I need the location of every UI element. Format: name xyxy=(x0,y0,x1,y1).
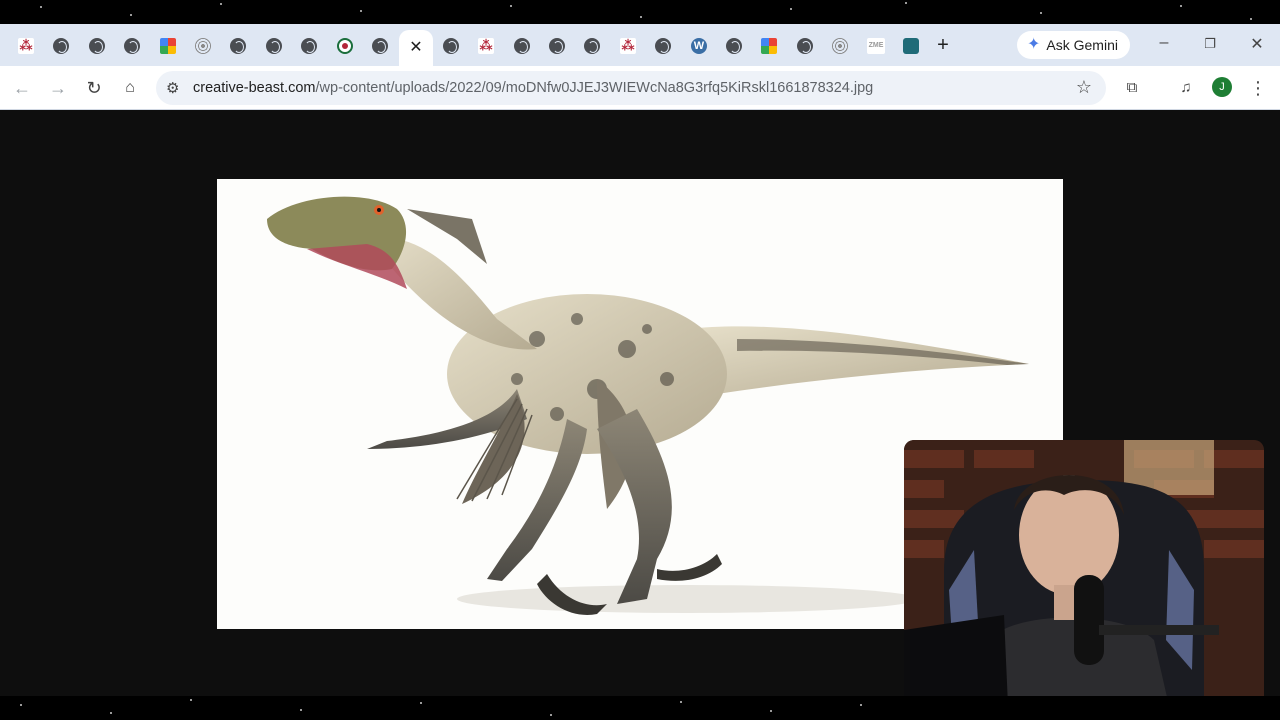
forward-icon[interactable]: → xyxy=(46,76,70,100)
browser-tab[interactable]: ZME xyxy=(860,32,892,60)
browser-tab[interactable] xyxy=(506,32,538,60)
rsc-icon: ⁂ xyxy=(478,38,494,54)
globe-icon xyxy=(443,38,459,54)
browser-tab[interactable] xyxy=(45,32,77,60)
browser-tab[interactable] xyxy=(789,32,821,60)
browser-tab[interactable] xyxy=(541,32,573,60)
browser-tab[interactable]: ⁂ xyxy=(10,32,42,60)
globe-icon xyxy=(797,38,813,54)
ask-gemini-label: Ask Gemini xyxy=(1046,37,1118,53)
google-photos-icon xyxy=(761,38,777,54)
globe-icon xyxy=(655,38,671,54)
wikimedia-icon xyxy=(337,38,353,54)
reload-icon[interactable]: ↻ xyxy=(82,76,106,100)
globe-icon xyxy=(726,38,742,54)
webcam-overlay xyxy=(904,440,1264,696)
browser-tab[interactable]: ⁂ xyxy=(612,32,644,60)
browser-window: ⁂ ✕ ⁂ ⁂ W ZME + ✦ Ask Gemini – ❐ ✕ ← → ↻ ⌂ ⚙ … xyxy=(0,24,1280,696)
home-icon[interactable]: ⌂ xyxy=(118,76,142,100)
globe-icon xyxy=(514,38,530,54)
target-icon xyxy=(832,38,848,54)
globe-icon xyxy=(53,38,69,54)
browser-tab[interactable] xyxy=(647,32,679,60)
streamer-webcam xyxy=(904,440,1264,696)
browser-tab[interactable] xyxy=(258,32,290,60)
globe-icon xyxy=(266,38,282,54)
browser-tab[interactable]: ✕ xyxy=(399,30,433,66)
browser-tab[interactable] xyxy=(824,32,856,60)
url-text[interactable]: creative-beast.com/wp-content/uploads/20… xyxy=(193,80,873,96)
bookmark-star-icon[interactable]: ☆ xyxy=(1076,77,1092,98)
globe-icon xyxy=(124,38,140,54)
browser-tab[interactable] xyxy=(435,32,467,60)
tab-strip: ⁂ ✕ ⁂ ⁂ W ZME + ✦ Ask Gemini – ❐ ✕ xyxy=(0,24,1280,66)
browser-tab[interactable] xyxy=(329,32,361,60)
browser-tab[interactable] xyxy=(364,32,396,60)
window-close-icon[interactable]: ✕ xyxy=(1245,34,1269,54)
browser-tab[interactable] xyxy=(293,32,325,60)
restore-icon[interactable]: ❐ xyxy=(1198,36,1222,52)
target-icon xyxy=(195,38,211,54)
browser-tab[interactable] xyxy=(116,32,148,60)
globe-icon xyxy=(372,38,388,54)
wordpress-icon: W xyxy=(691,38,707,54)
browser-tab[interactable] xyxy=(152,32,184,60)
globe-icon xyxy=(89,38,105,54)
browser-tab[interactable] xyxy=(718,32,750,60)
zme-icon: ZME xyxy=(867,38,885,54)
close-icon[interactable]: ✕ xyxy=(409,40,422,56)
back-icon[interactable]: ← xyxy=(10,76,34,100)
gemini-sparkle-icon: ✦ xyxy=(1027,36,1041,53)
rsc-icon: ⁂ xyxy=(620,38,636,54)
tab-search-icon[interactable]: ⧉ xyxy=(1120,76,1144,100)
globe-icon xyxy=(584,38,600,54)
bird-icon xyxy=(903,38,919,54)
globe-icon xyxy=(549,38,565,54)
new-tab-button[interactable]: + xyxy=(932,35,954,57)
site-info-icon[interactable]: ⚙ xyxy=(166,79,179,97)
browser-tab[interactable] xyxy=(81,32,113,60)
media-controls-icon[interactable]: ♫ xyxy=(1174,76,1198,100)
globe-icon xyxy=(301,38,317,54)
rsc-icon: ⁂ xyxy=(18,38,34,54)
browser-tab[interactable]: W xyxy=(683,32,715,60)
minimize-icon[interactable]: – xyxy=(1152,34,1176,52)
profile-avatar[interactable]: J xyxy=(1212,77,1232,97)
page-viewport xyxy=(0,110,1280,696)
browser-tab[interactable] xyxy=(222,32,254,60)
google-photos-icon xyxy=(160,38,176,54)
browser-tab[interactable] xyxy=(895,32,927,60)
browser-tab[interactable] xyxy=(187,32,219,60)
globe-icon xyxy=(230,38,246,54)
ask-gemini-button[interactable]: ✦ Ask Gemini xyxy=(1017,31,1130,59)
address-bar[interactable]: ⚙ creative-beast.com/wp-content/uploads/… xyxy=(156,71,1106,105)
browser-tab[interactable] xyxy=(576,32,608,60)
menu-icon[interactable]: ⋮ xyxy=(1246,76,1270,100)
navigation-toolbar: ← → ↻ ⌂ ⚙ creative-beast.com/wp-content/… xyxy=(0,66,1280,110)
browser-tab[interactable]: ⁂ xyxy=(470,32,502,60)
browser-tab[interactable] xyxy=(753,32,785,60)
